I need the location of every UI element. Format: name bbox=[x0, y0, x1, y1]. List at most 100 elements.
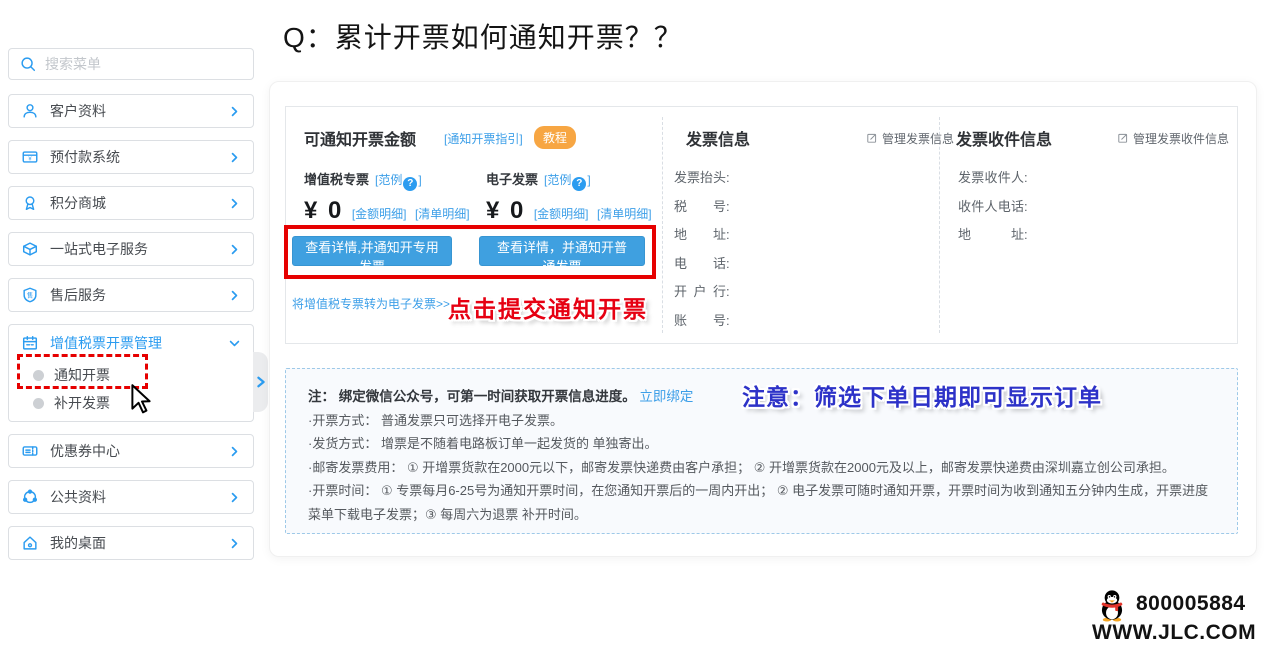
bullet-icon bbox=[33, 370, 44, 381]
sidebar-item-label: 售后服务 bbox=[50, 285, 228, 305]
vat-special-label: 增值税专票 bbox=[304, 172, 369, 187]
sidebar-item-public-data[interactable]: 公共资料 bbox=[8, 480, 254, 514]
chevron-right-icon bbox=[228, 537, 241, 550]
home-icon bbox=[21, 534, 39, 552]
red-annotation-text: 点击提交通知开票 bbox=[448, 290, 648, 324]
vat-special-label-row: 增值税专票 [范例?] bbox=[304, 169, 422, 191]
question-icon: ? bbox=[572, 177, 586, 191]
evat-label-row: 电子发票 [范例?] bbox=[486, 169, 591, 191]
invoice-ticket-icon bbox=[21, 334, 39, 352]
user-icon bbox=[21, 102, 39, 120]
sidebar-item-coupon-center[interactable]: 优惠券中心 bbox=[8, 434, 254, 468]
evat-amount: ¥ 0 bbox=[486, 197, 525, 224]
field-account: 账号: bbox=[674, 310, 730, 339]
chevron-right-icon bbox=[228, 491, 241, 504]
evat-label: 电子发票 bbox=[486, 172, 538, 187]
sidebar-item-after-sales[interactable]: 售 售后服务 bbox=[8, 278, 254, 312]
vat-amount: ¥ 0 bbox=[304, 197, 343, 224]
vat-example-link[interactable]: [范例?] bbox=[375, 173, 422, 187]
field-invoice-title: 发票抬头: bbox=[674, 167, 730, 196]
notify-special-invoice-button[interactable]: 查看详情,并通知开专用发票 bbox=[292, 236, 452, 266]
notes-head: 注： 绑定微信公众号，可第一时间获取开票信息进度。 bbox=[308, 389, 636, 404]
field-recipient-phone: 收件人电话: bbox=[958, 196, 1028, 225]
recipient-info-title: 发票收件信息 bbox=[956, 126, 1052, 150]
chevron-right-icon bbox=[228, 197, 241, 210]
chevron-right-icon bbox=[228, 243, 241, 256]
field-recipient-name: 发票收件人: bbox=[958, 167, 1028, 196]
sidebar-item-prepayment[interactable]: ¥ 预付款系统 bbox=[8, 140, 254, 174]
qq-number: 800005884 bbox=[1136, 592, 1246, 616]
amount-section-title: 可通知开票金额 bbox=[304, 126, 416, 150]
field-tax-number: 税号: bbox=[674, 196, 730, 225]
field-bank: 开户行: bbox=[674, 281, 730, 310]
blue-annotation-text: 注意：筛选下单日期即可显示订单 bbox=[742, 378, 1102, 412]
evat-amount-detail-link[interactable]: [金额明细] bbox=[534, 207, 589, 221]
evat-list-detail-link[interactable]: [清单明细] bbox=[597, 207, 652, 221]
page-title: Q：累计开票如何通知开票？？ bbox=[283, 16, 683, 56]
chevron-right-icon bbox=[228, 445, 241, 458]
sidebar-subitem-label: 通知开票 bbox=[54, 365, 110, 385]
cube-icon bbox=[21, 240, 39, 258]
sidebar-subitem-label: 补开发票 bbox=[54, 393, 110, 413]
vat-amount-detail-link[interactable]: [金额明细] bbox=[352, 207, 407, 221]
vat-amount-row: ¥ 0 [金额明细] [清单明细] bbox=[304, 197, 470, 225]
invoice-info-title: 发票信息 bbox=[686, 126, 750, 150]
notify-ordinary-invoice-button[interactable]: 查看详情，并通知开普通发票 bbox=[479, 236, 645, 266]
convert-to-evat-link[interactable]: 将增值税专票转为电子发票>> bbox=[292, 295, 450, 312]
manage-recipient-info-link[interactable]: 管理发票收件信息 bbox=[1117, 130, 1229, 147]
recipient-fields: 发票收件人: 收件人电话: 地址: bbox=[958, 167, 1028, 253]
bind-now-link[interactable]: 立即绑定 bbox=[639, 389, 693, 404]
manage-invoice-info-link[interactable]: 管理发票信息 bbox=[866, 130, 954, 147]
chevron-right-icon bbox=[228, 289, 241, 302]
bullet-icon bbox=[33, 398, 44, 409]
column-divider bbox=[662, 117, 663, 333]
field-recipient-address: 地址: bbox=[958, 224, 1028, 253]
vat-list-detail-link[interactable]: [清单明细] bbox=[415, 207, 470, 221]
evat-example-link[interactable]: [范例?] bbox=[544, 173, 591, 187]
invoice-panel: 可通知开票金额 [通知开票指引] 教程 增值税专票 [范例?] 电子发票 [范例?]… bbox=[285, 106, 1238, 344]
svg-text:售: 售 bbox=[27, 290, 33, 299]
field-phone: 电话: bbox=[674, 253, 730, 282]
share-network-icon bbox=[21, 488, 39, 506]
sidebar-item-label: 积分商城 bbox=[50, 193, 228, 213]
sidebar-collapse-handle[interactable] bbox=[253, 352, 268, 412]
search-input[interactable] bbox=[45, 56, 243, 72]
sidebar-item-points-mall[interactable]: 积分商城 bbox=[8, 186, 254, 220]
sidebar-item-label: 预付款系统 bbox=[50, 147, 228, 167]
prepaid-card-icon: ¥ bbox=[21, 148, 39, 166]
mouse-cursor-icon bbox=[126, 384, 156, 416]
note-line: ·开票方式： 普通发票只可选择开电子发票。 bbox=[308, 409, 1215, 433]
invoice-fields: 发票抬头: 税号: 地址: 电话: 开户行: 账号: bbox=[674, 167, 730, 339]
sidebar-item-label: 客户资料 bbox=[50, 101, 228, 121]
sidebar: 客户资料 ¥ 预付款系统 积分商城 一站式电子服务 售 售后服务 增值税票开票管… bbox=[8, 48, 254, 572]
sidebar-item-eservice[interactable]: 一站式电子服务 bbox=[8, 232, 254, 266]
evat-amount-row: ¥ 0 [金额明细] [清单明细] bbox=[486, 197, 652, 225]
shield-icon: 售 bbox=[21, 286, 39, 304]
edit-icon bbox=[866, 132, 878, 144]
sidebar-item-customer-data[interactable]: 客户资料 bbox=[8, 94, 254, 128]
note-line: ·发货方式： 增票是不随着电路板订单一起发货的 单独寄出。 bbox=[308, 432, 1215, 456]
qq-penguin-icon bbox=[1097, 589, 1127, 622]
chevron-right-icon bbox=[256, 376, 266, 388]
tutorial-badge[interactable]: 教程 bbox=[534, 126, 576, 149]
sidebar-item-label: 公共资料 bbox=[50, 487, 228, 507]
chevron-down-icon bbox=[228, 337, 241, 350]
website-url: WWW.JLC.COM bbox=[1092, 621, 1256, 645]
field-address: 地址: bbox=[674, 224, 730, 253]
note-line: ·开票时间： ① 专票每月6-25号为通知开票时间，在您通知开票后的一周内开出；… bbox=[308, 479, 1215, 526]
question-icon: ? bbox=[403, 177, 417, 191]
sidebar-group-vat-invoice-header[interactable]: 增值税票开票管理 bbox=[21, 325, 241, 361]
sidebar-item-label: 一站式电子服务 bbox=[50, 239, 228, 259]
chevron-right-icon bbox=[228, 151, 241, 164]
chevron-right-icon bbox=[228, 105, 241, 118]
search-box[interactable] bbox=[8, 48, 254, 80]
sidebar-item-my-desktop[interactable]: 我的桌面 bbox=[8, 526, 254, 560]
sidebar-item-label: 优惠券中心 bbox=[50, 441, 228, 461]
invoicing-guide-link[interactable]: [通知开票指引] bbox=[444, 130, 523, 147]
sidebar-group-label: 增值税票开票管理 bbox=[50, 333, 228, 353]
sidebar-item-label: 我的桌面 bbox=[50, 533, 228, 553]
coupon-icon bbox=[21, 442, 39, 460]
edit-icon bbox=[1117, 132, 1129, 144]
column-divider bbox=[939, 117, 940, 333]
note-line: ·邮寄发票费用： ① 开增票货款在2000元以下，邮寄发票快递费由客户承担； ②… bbox=[308, 456, 1215, 480]
